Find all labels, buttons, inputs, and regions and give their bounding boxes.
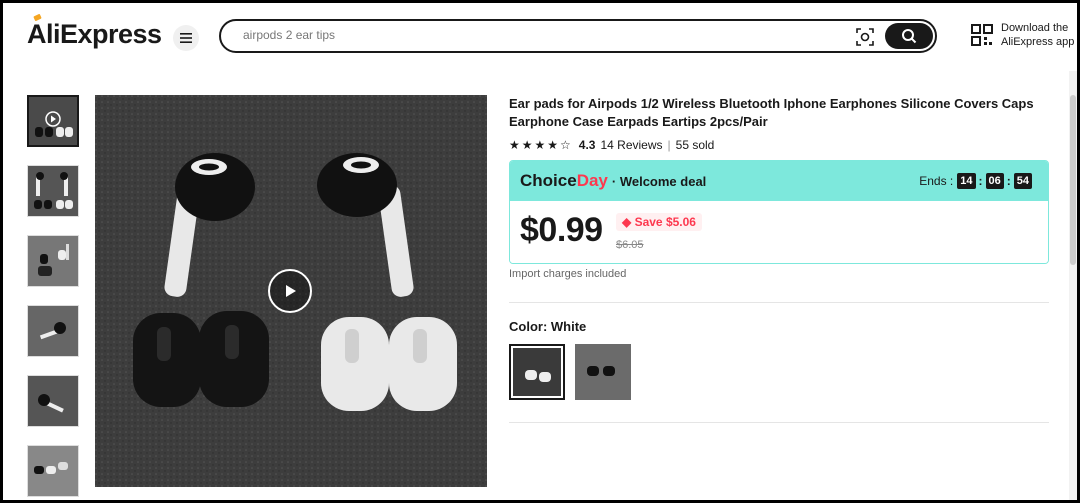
swatch-image [587, 366, 615, 376]
product-info-panel: Ear pads for Airpods 1/2 Wireless Blueto… [509, 95, 1049, 423]
star-rating-icon: ★★★★☆ [509, 138, 573, 152]
download-app-text: Download the AliExpress app [1001, 22, 1075, 48]
choice-day-logo: ChoiceDay [520, 171, 608, 190]
countdown-timer: Ends : 14 : 06 : 54 [919, 173, 1032, 189]
search-input[interactable] [241, 27, 825, 43]
play-icon [286, 285, 296, 297]
thumbnail-image[interactable] [27, 165, 79, 217]
thumbnail-image[interactable] [27, 305, 79, 357]
import-charges-note: Import charges included [509, 268, 627, 280]
divider-line [509, 302, 1049, 303]
thumbnail-art [39, 322, 66, 340]
page-scrollbar[interactable] [1069, 71, 1077, 500]
tag-icon: ◆ [622, 215, 632, 229]
deal-banner: ChoiceDay · Welcome deal Ends : 14 : 06 … [510, 161, 1048, 201]
current-price: $0.99 [520, 211, 603, 249]
search-bar [219, 19, 937, 53]
choice-day-deal: ChoiceDay · Welcome deal Ends : 14 : 06 … [509, 160, 1049, 264]
sold-count: 55 sold [675, 138, 715, 152]
image-search-icon[interactable] [855, 27, 875, 47]
thumbnail-image [35, 111, 73, 137]
timer-minutes: 06 [985, 173, 1004, 189]
thumbnail-art [38, 394, 64, 413]
rating-score: 4.3 [578, 138, 596, 152]
timer-seconds: 54 [1013, 173, 1032, 189]
divider-line [509, 422, 1049, 423]
thumbnail-image[interactable] [27, 235, 79, 287]
color-option-white[interactable] [509, 344, 565, 400]
reviews-link[interactable]: 14 Reviews [600, 138, 662, 152]
original-price: $6.05 [616, 239, 644, 251]
search-icon [902, 29, 917, 44]
save-badge: ◆ Save $5.06 [616, 213, 702, 231]
thumbnail-art [38, 244, 69, 276]
thumbnail-art [34, 172, 73, 209]
thumbnail-video[interactable] [27, 95, 79, 147]
thumbnail-image[interactable] [27, 375, 79, 427]
color-option-black[interactable] [575, 344, 631, 400]
search-button[interactable] [885, 23, 933, 49]
browser-frame: AliExpress airpods 2 ear tips Download t… [0, 0, 1080, 503]
site-header: AliExpress airpods 2 ear tips Download t… [3, 3, 1077, 71]
timer-hours: 14 [957, 173, 976, 189]
divider: | [667, 138, 671, 152]
download-app-link[interactable]: Download the AliExpress app [971, 21, 1074, 49]
qr-code-icon [971, 24, 993, 46]
welcome-deal-label: · Welcome deal [611, 173, 707, 189]
product-title: Ear pads for Airpods 1/2 Wireless Blueto… [509, 96, 1034, 129]
swatch-image [525, 370, 551, 382]
price-area: $0.99 ◆ Save $5.06 $6.05 [510, 201, 1048, 263]
hamburger-icon [180, 33, 192, 43]
aliexpress-logo[interactable]: AliExpress [27, 13, 162, 50]
color-swatches [509, 344, 1049, 400]
thumbnail-image[interactable] [27, 445, 79, 497]
color-label: Color: White [509, 319, 587, 334]
thumbnail-art [34, 462, 68, 474]
menu-button[interactable] [173, 25, 199, 51]
rating-row: ★★★★☆ 4.3 14 Reviews | 55 sold [509, 138, 1049, 152]
thumbnail-list [27, 95, 81, 500]
play-video-button[interactable] [268, 269, 312, 313]
